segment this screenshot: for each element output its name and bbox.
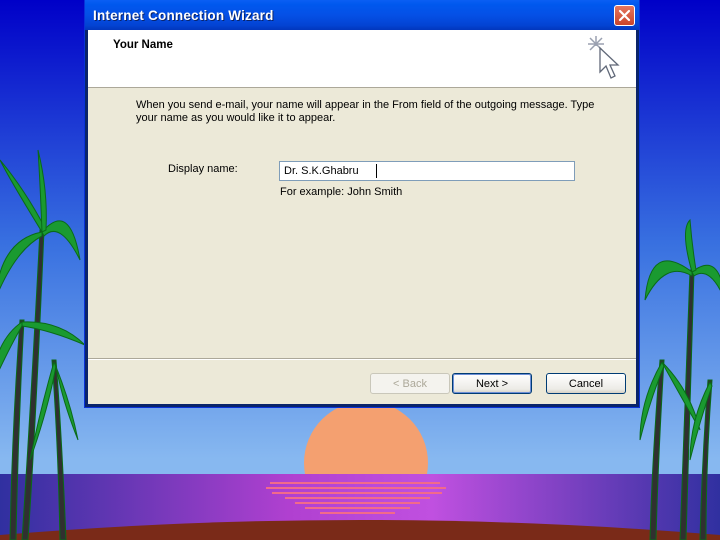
cancel-button[interactable]: Cancel [546, 373, 626, 394]
example-text: For example: John Smith [280, 186, 403, 198]
back-button[interactable]: < Back [370, 373, 450, 394]
close-button[interactable] [614, 5, 635, 26]
wizard-window: Internet Connection Wizard Your Name Whe… [84, 0, 640, 408]
display-name-label: Display name: [168, 163, 238, 175]
display-name-input[interactable] [279, 161, 575, 181]
next-button[interactable]: Next > [452, 373, 532, 394]
title-bar[interactable]: Internet Connection Wizard [85, 0, 639, 30]
page-title: Your Name [113, 39, 173, 51]
text-caret [376, 164, 377, 178]
wizard-cursor-icon [588, 36, 620, 79]
wizard-client-area: Your Name When you send e-mail, your nam… [88, 30, 636, 404]
window-title: Internet Connection Wizard [93, 8, 274, 23]
wizard-header: Your Name [88, 30, 636, 88]
close-icon [618, 9, 631, 22]
instructions-text: When you send e-mail, your name will app… [136, 99, 595, 124]
button-divider [88, 358, 636, 360]
